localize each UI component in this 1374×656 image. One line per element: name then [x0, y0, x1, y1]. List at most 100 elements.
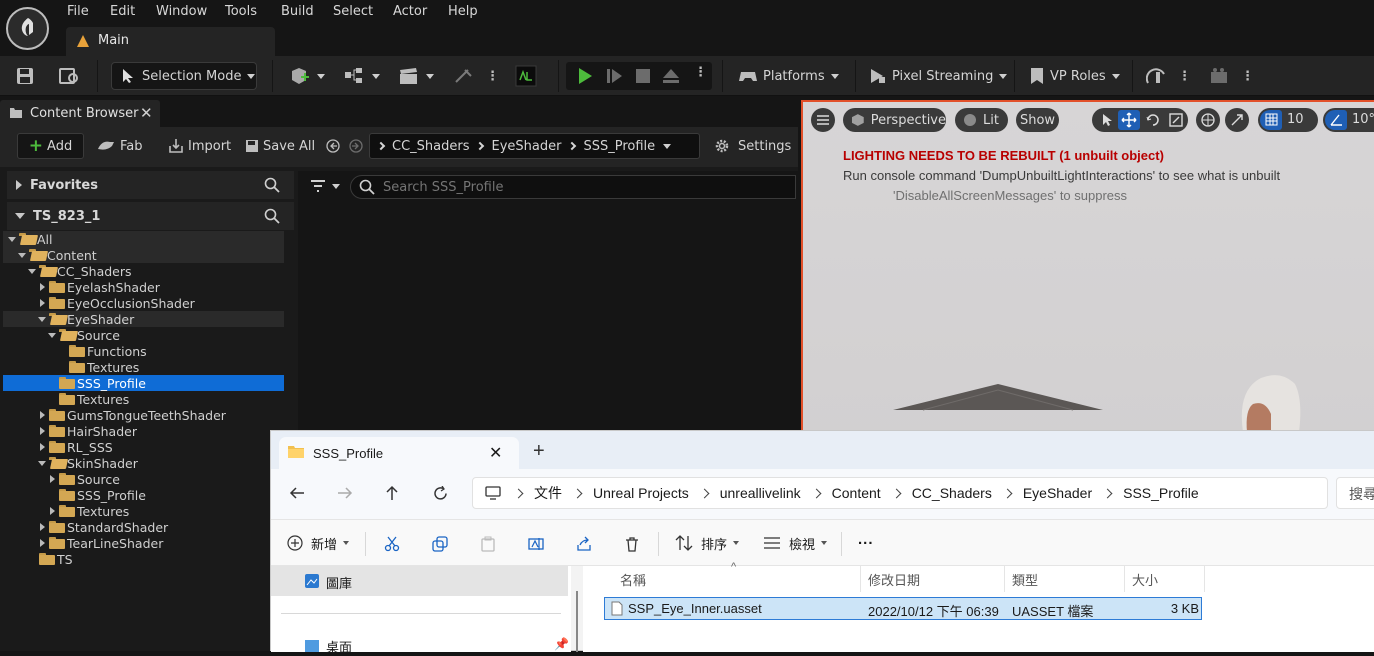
scrollbar[interactable]: [576, 591, 578, 652]
menu-select[interactable]: Select: [333, 3, 373, 21]
forward-icon[interactable]: [349, 133, 363, 159]
back-icon[interactable]: [326, 133, 340, 159]
menu-tools[interactable]: Tools: [225, 3, 257, 21]
collapse-arrow-icon[interactable]: [17, 250, 27, 260]
asset-search[interactable]: [350, 175, 796, 199]
path-segment[interactable]: SSS_Profile: [1123, 485, 1198, 501]
favorites-header[interactable]: Favorites: [7, 171, 294, 199]
rename-icon[interactable]: [528, 536, 544, 552]
modeling-icon[interactable]: [453, 62, 475, 90]
collapse-arrow-icon[interactable]: [37, 314, 47, 324]
play-icon[interactable]: [576, 67, 594, 85]
path-segment[interactable]: Content: [832, 485, 881, 501]
tree-folder[interactable]: GumsTongueTeethShader: [3, 407, 284, 423]
column-header-size[interactable]: 大小: [1132, 570, 1158, 589]
show-dropdown[interactable]: Show: [1016, 108, 1059, 132]
platforms-dropdown[interactable]: Platforms: [738, 62, 839, 90]
tree-folder[interactable]: TS: [3, 551, 284, 567]
lit-dropdown[interactable]: Lit: [955, 108, 1008, 132]
tree-folder[interactable]: Textures: [3, 359, 284, 375]
eject-icon[interactable]: [662, 67, 680, 85]
breadcrumb-item[interactable]: EyeShader: [491, 139, 561, 154]
tree-folder[interactable]: SSS_Profile: [3, 487, 284, 503]
tree-folder[interactable]: Functions: [3, 343, 284, 359]
vp-roles-dropdown[interactable]: VP Roles: [1029, 62, 1120, 90]
expand-arrow-icon[interactable]: [37, 442, 47, 452]
path-segment[interactable]: EyeShader: [1023, 485, 1092, 501]
translate-tool[interactable]: [1118, 110, 1140, 130]
explorer-path[interactable]: 文件 Unreal Projects unreallivelink Conten…: [472, 477, 1328, 509]
stop-icon[interactable]: [634, 67, 652, 85]
save-all-button[interactable]: Save All: [245, 133, 315, 159]
add-actor-button[interactable]: [289, 62, 325, 90]
menu-build[interactable]: Build: [281, 3, 314, 21]
paste-icon[interactable]: [480, 536, 496, 552]
perspective-dropdown[interactable]: Perspective: [843, 108, 946, 132]
chevron-down-icon[interactable]: [663, 143, 672, 149]
expand-arrow-icon[interactable]: [47, 506, 57, 516]
collapse-arrow-icon[interactable]: [7, 234, 17, 244]
tree-folder[interactable]: HairShader: [3, 423, 284, 439]
file-row[interactable]: SSP_Eye_Inner.uasset 2022/10/12 下午 06:39…: [604, 597, 1202, 620]
tree-folder[interactable]: RL_SSS: [3, 439, 284, 455]
path-segment[interactable]: Unreal Projects: [593, 485, 689, 501]
cut-icon[interactable]: [384, 536, 400, 552]
toolbar-more-icon[interactable]: ⋮: [486, 62, 499, 90]
expand-arrow-icon[interactable]: [37, 426, 47, 436]
filter-dropdown[interactable]: [310, 179, 340, 193]
unreal-logo-icon[interactable]: [6, 7, 49, 50]
search-input[interactable]: [383, 179, 763, 195]
menu-help[interactable]: Help: [448, 3, 478, 21]
back-arrow-icon[interactable]: [289, 486, 305, 500]
viewport-menu-icon[interactable]: [811, 108, 835, 132]
breadcrumb-item[interactable]: SSS_Profile: [583, 139, 655, 154]
tree-folder[interactable]: CC_Shaders: [3, 263, 284, 279]
sort-button[interactable]: 排序: [675, 530, 740, 556]
expand-arrow-icon[interactable]: [37, 282, 47, 292]
pin-icon[interactable]: 📌: [554, 637, 569, 651]
copy-icon[interactable]: [432, 536, 448, 552]
tree-folder[interactable]: All: [3, 231, 284, 247]
expand-arrow-icon[interactable]: [37, 298, 47, 308]
expand-arrow-icon[interactable]: [37, 538, 47, 548]
path-segment[interactable]: 文件: [534, 483, 562, 503]
collapse-arrow-icon[interactable]: [37, 458, 47, 468]
explorer-search[interactable]: 搜尋: [1336, 477, 1374, 509]
pixel-streaming-dropdown[interactable]: Pixel Streaming: [869, 62, 1008, 90]
menu-edit[interactable]: Edit: [110, 3, 135, 21]
menu-actor[interactable]: Actor: [393, 3, 427, 21]
play-options-icon[interactable]: ⋮: [694, 65, 707, 80]
cinematics-button[interactable]: [398, 62, 434, 90]
nav-item-desktop[interactable]: 桌面 📌: [271, 634, 569, 656]
tree-folder[interactable]: SkinShader: [3, 455, 284, 471]
tree-folder[interactable]: Content: [3, 247, 284, 263]
project-header[interactable]: TS_823_1: [7, 202, 294, 230]
rotate-icon[interactable]: [1146, 113, 1160, 127]
close-icon[interactable]: ✕: [489, 443, 502, 463]
settings-button[interactable]: Settings: [714, 133, 791, 159]
add-button[interactable]: + Add: [17, 133, 84, 159]
fab-button[interactable]: Fab: [97, 133, 143, 159]
share-icon[interactable]: [576, 536, 592, 552]
path-segment[interactable]: CC_Shaders: [912, 485, 992, 501]
tree-folder[interactable]: Source: [3, 471, 284, 487]
menu-file[interactable]: File: [67, 3, 89, 21]
livelink-icon[interactable]: [515, 62, 537, 90]
selection-mode-dropdown[interactable]: Selection Mode: [111, 62, 257, 90]
expand-arrow-icon[interactable]: [37, 522, 47, 532]
collapse-arrow-icon[interactable]: [47, 330, 57, 340]
tree-folder[interactable]: Textures: [3, 391, 284, 407]
forward-arrow-icon[interactable]: [337, 486, 353, 500]
tab-main[interactable]: Main: [66, 27, 275, 56]
menu-window[interactable]: Window: [156, 3, 207, 21]
nav-item-gallery[interactable]: 圖庫: [271, 566, 568, 596]
up-arrow-icon[interactable]: [385, 485, 399, 501]
world-local-icon[interactable]: [1196, 108, 1220, 132]
source-control-icon[interactable]: [1146, 62, 1168, 90]
tree-folder[interactable]: EyeShader: [3, 311, 284, 327]
expand-arrow-icon[interactable]: [47, 474, 57, 484]
save-icon[interactable]: [15, 62, 35, 90]
select-cursor-icon[interactable]: [1100, 113, 1114, 127]
refresh-icon[interactable]: [433, 486, 448, 501]
search-icon[interactable]: [264, 177, 280, 193]
